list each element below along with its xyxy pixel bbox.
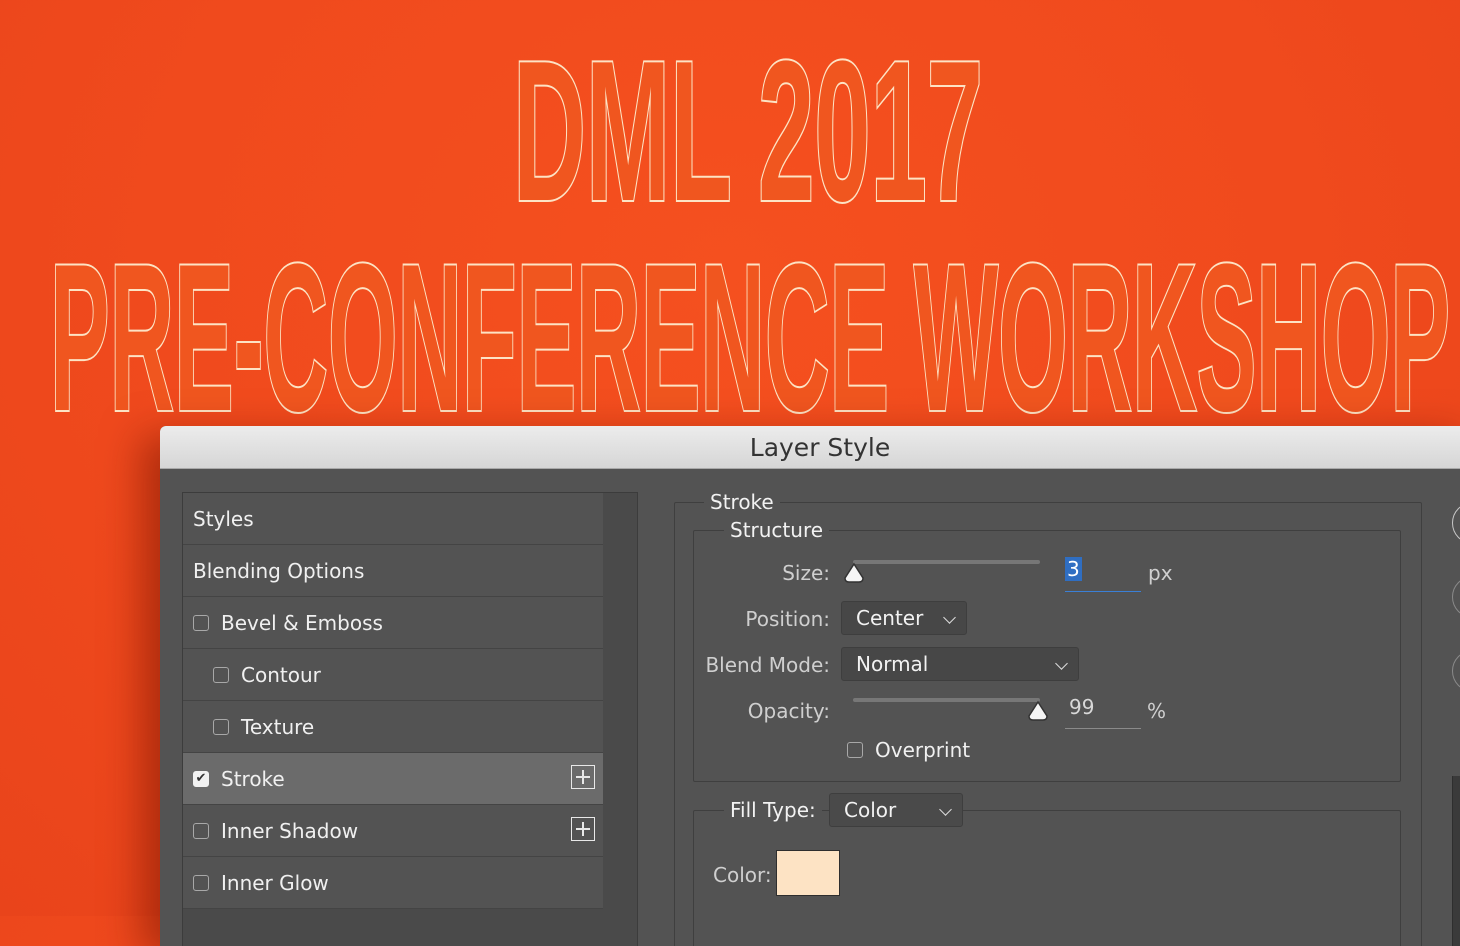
style-list-item-label: Blending Options (193, 558, 365, 583)
chevron-down-icon (1055, 657, 1068, 670)
opacity-unit: % (1147, 699, 1167, 723)
chevron-down-icon (939, 803, 952, 816)
style-list-item[interactable]: Bevel & Emboss (183, 597, 603, 649)
blend-mode-dropdown[interactable]: Normal (841, 647, 1079, 681)
dialog-action-button[interactable] (1452, 576, 1460, 618)
overprint-checkbox-row[interactable]: Overprint (847, 738, 970, 762)
opacity-value: 99 (1069, 695, 1095, 719)
fill-type-label: Fill Type: (724, 798, 822, 822)
style-checkbox[interactable] (213, 666, 229, 683)
style-list-item[interactable]: Styles (183, 493, 603, 545)
stroke-section-title: Stroke (704, 490, 780, 514)
opacity-label: Opacity: (747, 699, 830, 723)
add-icon[interactable] (571, 817, 595, 841)
overprint-checkbox[interactable] (847, 742, 863, 758)
chevron-down-icon (943, 611, 956, 624)
style-checkbox[interactable] (193, 822, 209, 839)
style-list-item-label: Bevel & Emboss (221, 610, 383, 635)
structure-title: Structure (724, 518, 830, 542)
style-list-item-label: Styles (193, 506, 254, 531)
opacity-input[interactable]: 99 (1065, 695, 1141, 729)
dialog-action-button[interactable] (1452, 650, 1460, 692)
preview-panel-edge (1452, 776, 1460, 946)
style-list-item-label: Contour (241, 662, 321, 687)
style-list-item[interactable]: Contour (183, 649, 603, 701)
size-input[interactable]: 3 (1065, 557, 1141, 592)
style-list-item[interactable]: Stroke (183, 753, 603, 805)
style-list-item-label: Texture (241, 714, 315, 739)
blend-mode-label: Blend Mode: (705, 653, 830, 677)
styles-list-items: Styles Blending Options Bevel & Emboss Cont… (183, 493, 603, 909)
color-label: Color: (713, 863, 772, 887)
dialog-title: Layer Style (749, 433, 891, 462)
style-list-item-label: Stroke (221, 766, 285, 791)
size-unit: px (1148, 561, 1173, 585)
banner-line-2: PRE-CONFERENCE WORKSHOP (50, 220, 1450, 430)
style-list-item-label: Inner Shadow (221, 818, 359, 843)
size-slider-track[interactable] (853, 560, 1040, 564)
style-checkbox[interactable] (193, 614, 209, 631)
overprint-label: Overprint (875, 738, 971, 762)
opacity-slider-track[interactable] (853, 698, 1040, 702)
dialog-titlebar[interactable]: Layer Style (160, 426, 1460, 469)
size-label: Size: (782, 561, 830, 585)
size-value: 3 (1065, 557, 1082, 581)
dialog-action-button[interactable] (1452, 502, 1460, 544)
style-checkbox[interactable] (193, 770, 209, 787)
style-checkbox[interactable] (193, 874, 209, 891)
blend-mode-value: Normal (856, 652, 929, 676)
layer-style-dialog: Layer Style Styles Blending Options Bevel … (160, 426, 1460, 946)
fill-type-dropdown[interactable]: Color (829, 793, 963, 827)
banner-artwork: DML 2017 PRE-CONFERENCE WORKSHOP (0, 0, 1460, 457)
style-list-item[interactable]: Inner Glow (183, 857, 603, 909)
size-slider-thumb[interactable] (843, 562, 865, 584)
opacity-slider-thumb[interactable] (1027, 700, 1049, 722)
add-icon[interactable] (571, 765, 595, 789)
style-list-item[interactable]: Texture (183, 701, 603, 753)
color-swatch[interactable] (776, 850, 840, 896)
position-dropdown[interactable]: Center (841, 601, 967, 635)
style-list-item[interactable]: Blending Options (183, 545, 603, 597)
styles-list: Styles Blending Options Bevel & Emboss Cont… (182, 492, 638, 946)
style-checkbox[interactable] (213, 718, 229, 735)
position-label: Position: (745, 607, 830, 631)
style-list-item-label: Inner Glow (221, 870, 329, 895)
fill-type-value: Color (844, 798, 897, 822)
banner-line-1: DML 2017 (513, 20, 983, 243)
style-list-item[interactable]: Inner Shadow (183, 805, 603, 857)
position-value: Center (856, 606, 924, 630)
